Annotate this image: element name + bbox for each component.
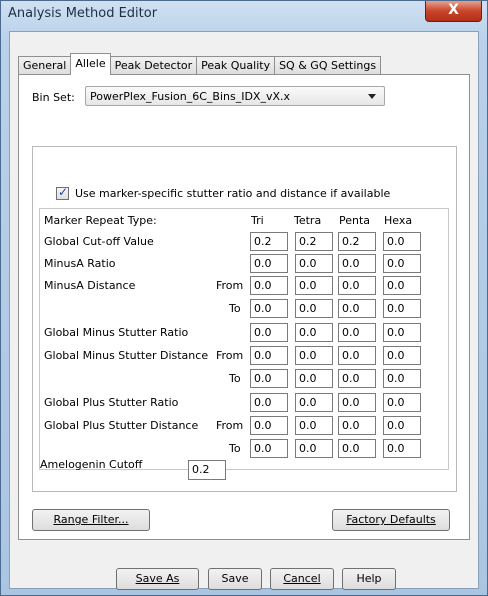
- minusa-distance-from-tri-input[interactable]: 0.0: [250, 276, 288, 295]
- help-button[interactable]: Help: [342, 568, 396, 590]
- column-header-tri: Tri: [251, 214, 264, 227]
- column-header-hexa: Hexa: [384, 214, 413, 227]
- marker-repeat-type-header: Marker Repeat Type:: [44, 214, 157, 227]
- stutter-settings-group: ✓ Use marker-specific stutter ratio and …: [32, 146, 457, 492]
- row-sublabel-from: From: [216, 419, 244, 432]
- global-plus-distance-to-penta-input[interactable]: 0.0: [338, 439, 376, 458]
- row-label-global-plus-distance: Global Plus Stutter Distance: [44, 419, 199, 432]
- binset-label: Bin Set:: [32, 91, 75, 104]
- range-filter-button[interactable]: Range Filter...: [32, 509, 150, 531]
- cancel-button[interactable]: Cancel: [270, 568, 334, 590]
- global-minus-distance-to-penta-input[interactable]: 0.0: [338, 369, 376, 388]
- amelogenin-cutoff-input[interactable]: 0.2: [188, 460, 226, 480]
- global-minus-distance-to-tri-input[interactable]: 0.0: [250, 369, 288, 388]
- binset-value: PowerPlex_Fusion_6C_Bins_IDX_vX.x: [90, 90, 291, 103]
- column-header-penta: Penta: [339, 214, 371, 227]
- save-as-button[interactable]: Save As: [116, 568, 199, 590]
- window-title: Analysis Method Editor: [8, 6, 158, 21]
- global-plus-ratio-penta-input[interactable]: 0.0: [338, 393, 376, 412]
- save-as-button-label: Save As: [135, 572, 180, 585]
- global-plus-distance-from-penta-input[interactable]: 0.0: [338, 416, 376, 435]
- global-minus-distance-from-hexa-input[interactable]: 0.0: [383, 346, 421, 365]
- range-filter-button-label: Range Filter...: [53, 513, 129, 526]
- row-label-global-plus-ratio: Global Plus Stutter Ratio: [44, 396, 179, 409]
- row-sublabel-from: From: [216, 279, 244, 292]
- global-minus-distance-to-hexa-input[interactable]: 0.0: [383, 369, 421, 388]
- global-minus-distance-from-tri-input[interactable]: 0.0: [250, 346, 288, 365]
- cancel-button-label: Cancel: [283, 572, 321, 585]
- save-button[interactable]: Save: [208, 568, 262, 590]
- global-plus-distance-to-tri-input[interactable]: 0.0: [250, 439, 288, 458]
- tab-sq-gq-settings[interactable]: SQ & GQ Settings: [274, 56, 382, 75]
- dialog-client-area: General Allele Peak Detector Peak Qualit…: [9, 31, 479, 590]
- save-button-label: Save: [221, 572, 249, 585]
- global-plus-distance-from-tetra-input[interactable]: 0.0: [295, 416, 333, 435]
- factory-defaults-button-label: Factory Defaults: [346, 513, 436, 526]
- minusa-distance-from-tetra-input[interactable]: 0.0: [295, 276, 333, 295]
- stutter-checkbox-label: Use marker-specific stutter ratio and di…: [75, 187, 391, 200]
- row-label-minusa-distance: MinusA Distance: [44, 279, 136, 292]
- global-cutoff-penta-input[interactable]: 0.2: [338, 232, 376, 251]
- row-label-global-minus-distance: Global Minus Stutter Distance: [44, 349, 209, 362]
- row-sublabel-to: To: [229, 302, 241, 315]
- tab-allele[interactable]: Allele: [70, 53, 111, 75]
- row-sublabel-from: From: [216, 349, 244, 362]
- chevron-down-icon: [368, 94, 376, 99]
- stutter-checkbox[interactable]: ✓: [56, 185, 69, 200]
- row-label-minusa-ratio: MinusA Ratio: [44, 257, 116, 270]
- global-cutoff-tetra-input[interactable]: 0.2: [295, 232, 333, 251]
- global-plus-distance-from-hexa-input[interactable]: 0.0: [383, 416, 421, 435]
- tab-peak-detector[interactable]: Peak Detector: [109, 56, 198, 75]
- global-plus-distance-from-tri-input[interactable]: 0.0: [250, 416, 288, 435]
- global-minus-ratio-tri-input[interactable]: 0.0: [250, 323, 288, 342]
- minusa-distance-to-tetra-input[interactable]: 0.0: [295, 299, 333, 318]
- minusa-ratio-penta-input[interactable]: 0.0: [338, 254, 376, 273]
- tab-general[interactable]: General: [18, 56, 72, 75]
- stutter-table: Marker Repeat Type: Tri Tetra Penta Hexa…: [39, 208, 449, 470]
- global-minus-distance-to-tetra-input[interactable]: 0.0: [295, 369, 333, 388]
- global-plus-ratio-hexa-input[interactable]: 0.0: [383, 393, 421, 412]
- row-sublabel-to: To: [229, 372, 241, 385]
- global-cutoff-tri-input[interactable]: 0.2: [250, 232, 288, 251]
- global-minus-ratio-tetra-input[interactable]: 0.0: [295, 323, 333, 342]
- tab-peak-quality[interactable]: Peak Quality: [196, 56, 276, 75]
- row-sublabel-to: To: [229, 442, 241, 455]
- global-plus-ratio-tetra-input[interactable]: 0.0: [295, 393, 333, 412]
- global-plus-distance-to-tetra-input[interactable]: 0.0: [295, 439, 333, 458]
- checkmark-icon: ✓: [58, 185, 69, 199]
- global-minus-ratio-penta-input[interactable]: 0.0: [338, 323, 376, 342]
- global-cutoff-hexa-input[interactable]: 0.0: [383, 232, 421, 251]
- global-plus-distance-to-hexa-input[interactable]: 0.0: [383, 439, 421, 458]
- global-minus-distance-from-tetra-input[interactable]: 0.0: [295, 346, 333, 365]
- minusa-distance-from-penta-input[interactable]: 0.0: [338, 276, 376, 295]
- row-label-global-cutoff: Global Cut-off Value: [44, 235, 154, 248]
- allele-tab-panel: Bin Set: PowerPlex_Fusion_6C_Bins_IDX_vX…: [18, 74, 470, 540]
- minusa-ratio-tri-input[interactable]: 0.0: [250, 254, 288, 273]
- amelogenin-cutoff-label: Amelogenin Cutoff: [40, 458, 143, 471]
- row-label-global-minus-ratio: Global Minus Stutter Ratio: [44, 326, 189, 339]
- tab-strip: General Allele Peak Detector Peak Qualit…: [18, 53, 382, 75]
- help-button-label: Help: [356, 572, 382, 585]
- global-minus-distance-from-penta-input[interactable]: 0.0: [338, 346, 376, 365]
- binset-dropdown[interactable]: PowerPlex_Fusion_6C_Bins_IDX_vX.x: [85, 86, 385, 106]
- minusa-distance-to-penta-input[interactable]: 0.0: [338, 299, 376, 318]
- factory-defaults-button[interactable]: Factory Defaults: [332, 509, 450, 531]
- window-frame: Analysis Method Editor X General Allele …: [0, 0, 488, 596]
- close-button[interactable]: X: [425, 1, 482, 22]
- global-minus-ratio-hexa-input[interactable]: 0.0: [383, 323, 421, 342]
- minusa-distance-from-hexa-input[interactable]: 0.0: [383, 276, 421, 295]
- minusa-distance-to-tri-input[interactable]: 0.0: [250, 299, 288, 318]
- minusa-ratio-tetra-input[interactable]: 0.0: [295, 254, 333, 273]
- minusa-distance-to-hexa-input[interactable]: 0.0: [383, 299, 421, 318]
- column-header-tetra: Tetra: [294, 214, 322, 227]
- global-plus-ratio-tri-input[interactable]: 0.0: [250, 393, 288, 412]
- minusa-ratio-hexa-input[interactable]: 0.0: [383, 254, 421, 273]
